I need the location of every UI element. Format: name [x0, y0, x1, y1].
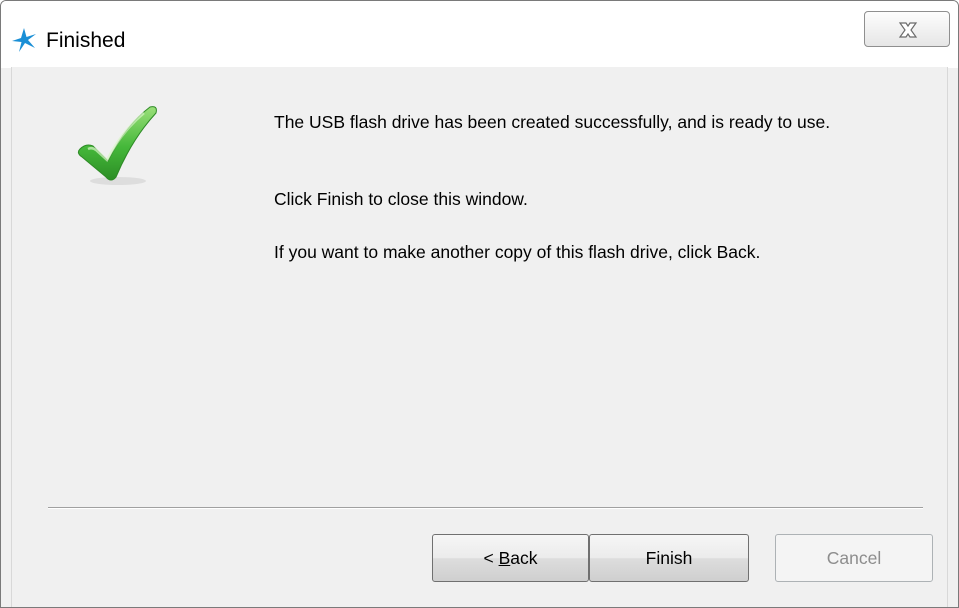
back-instruction: If you want to make another copy of this… [274, 242, 761, 262]
checkmark-icon [76, 103, 160, 192]
finished-dialog: Finished The USB flash drive has been cr… [0, 0, 959, 608]
dialog-body: The USB flash drive has been created suc… [11, 67, 948, 607]
title-bar: Finished [1, 1, 958, 68]
separator [48, 507, 923, 509]
success-message: The USB flash drive has been created suc… [274, 112, 831, 132]
star-logo-icon [11, 27, 37, 53]
back-button-rest: ack [510, 547, 538, 568]
finish-instruction: Click Finish to close this window. [274, 189, 528, 209]
close-x-icon [898, 22, 918, 38]
back-button[interactable]: < Back [432, 534, 589, 582]
close-button[interactable] [864, 11, 950, 47]
finish-button[interactable]: Finish [589, 534, 749, 582]
back-button-mnemonic: B [498, 547, 511, 568]
cancel-button[interactable]: Cancel [775, 534, 933, 582]
back-button-prefix: < [483, 547, 499, 568]
window-title: Finished [46, 29, 126, 52]
